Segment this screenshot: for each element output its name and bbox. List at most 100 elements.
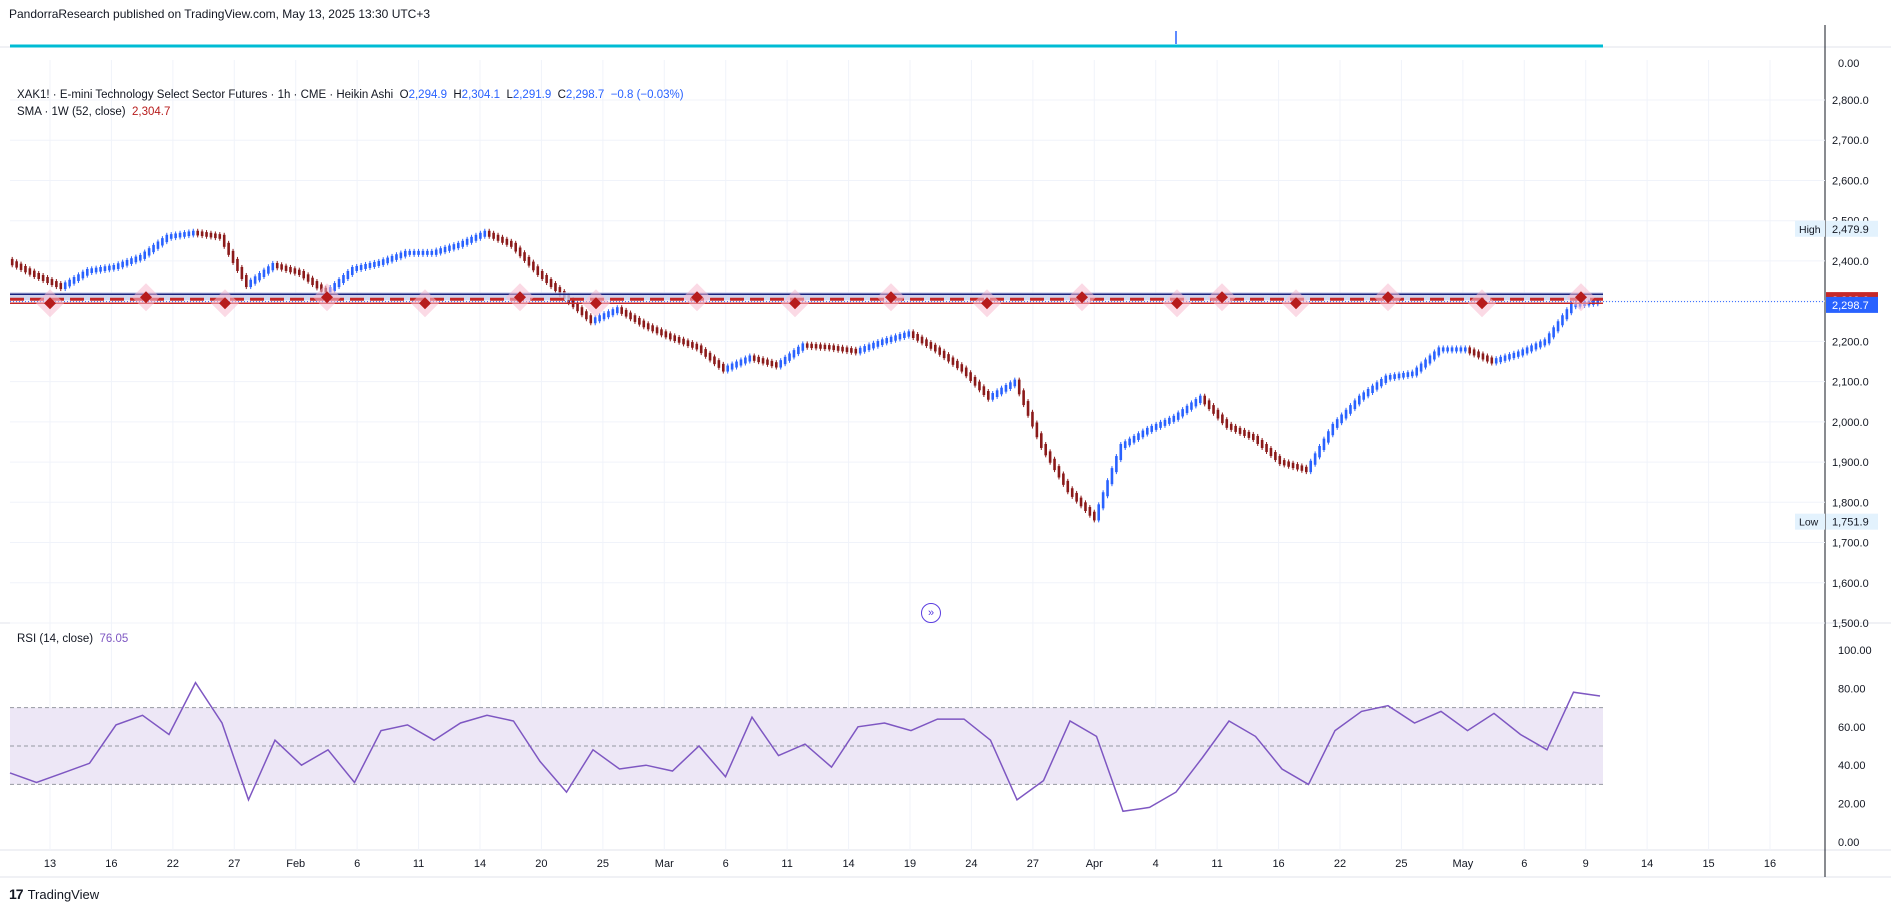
candle-body xyxy=(156,241,160,249)
time-tick-label: 6 xyxy=(723,858,729,870)
candle-body xyxy=(37,273,41,280)
candle-body xyxy=(876,341,880,347)
candle-body xyxy=(748,355,752,362)
close-label: C xyxy=(557,89,566,101)
candle-body xyxy=(514,242,518,252)
high-value: 2,304.1 xyxy=(461,89,501,101)
double-chevron-right-icon: » xyxy=(927,607,935,619)
time-tick-label: 13 xyxy=(44,858,56,870)
candle-body xyxy=(889,336,893,343)
candle-body xyxy=(1525,347,1529,354)
candle-body xyxy=(682,338,685,345)
candle-body xyxy=(169,234,173,239)
candle-body xyxy=(1260,439,1264,448)
candle-body xyxy=(664,331,668,338)
candle-body xyxy=(1402,372,1405,378)
candle-body xyxy=(1212,405,1215,414)
candle-body xyxy=(10,258,14,266)
sma-label[interactable]: SMA · 1W (52, close) xyxy=(17,106,126,118)
candle-body xyxy=(1115,456,1118,473)
candle-body xyxy=(1039,433,1043,448)
scroll-to-realtime-button[interactable]: » xyxy=(921,603,941,623)
open-label: O xyxy=(399,89,409,101)
candle-body xyxy=(1137,433,1140,440)
candle-body xyxy=(611,309,615,316)
time-tick-label: 11 xyxy=(1211,858,1222,870)
time-tick-label: 9 xyxy=(1583,858,1589,870)
high-price-tag: 2,479.9 xyxy=(1832,224,1869,236)
candle-body xyxy=(841,346,844,352)
chart-canvas[interactable]: 0.002,800.02,700.02,600.02,500.02,400.02… xyxy=(0,0,1891,913)
candle-body xyxy=(752,355,756,361)
candle-body xyxy=(465,238,469,245)
candle-body xyxy=(1539,341,1542,348)
candle-body xyxy=(850,348,853,353)
candle-body xyxy=(1053,458,1056,471)
candle-body xyxy=(355,265,359,271)
candle-body xyxy=(757,356,760,363)
candle-body xyxy=(1486,355,1489,362)
price-tick-label: 2,000.0 xyxy=(1832,417,1869,429)
candle-body xyxy=(41,275,45,282)
candle-body xyxy=(1084,502,1087,512)
rsi-label[interactable]: RSI (14, close) xyxy=(17,633,93,645)
candle-body xyxy=(103,266,107,271)
candle-body xyxy=(1494,358,1498,364)
candle-body xyxy=(867,344,871,351)
main-legend: XAK1! · E-mini Technology Select Sector … xyxy=(17,87,684,121)
candle-body xyxy=(598,315,601,322)
candle-body xyxy=(63,282,67,290)
candle-body xyxy=(297,269,301,275)
candle-body xyxy=(1198,395,1202,404)
candle-body xyxy=(59,283,63,290)
candle-body xyxy=(280,264,283,270)
candle-body xyxy=(1207,400,1211,410)
candle-body xyxy=(240,266,244,280)
candle-body xyxy=(1185,405,1189,414)
candle-body xyxy=(1335,419,1339,428)
open-value: 2,294.9 xyxy=(408,89,447,101)
candle-body xyxy=(262,269,266,278)
candle-body xyxy=(1375,382,1379,390)
candle-body xyxy=(1163,419,1167,426)
candle-body xyxy=(947,354,950,362)
candle-body xyxy=(1256,435,1260,444)
candle-body xyxy=(1247,431,1251,438)
price-tick-label: 2,700.0 xyxy=(1832,135,1869,147)
time-tick-label: 14 xyxy=(474,858,486,870)
candle-body xyxy=(147,248,151,256)
candle-body xyxy=(381,259,385,265)
candle-body xyxy=(434,249,438,255)
candle-body xyxy=(143,251,147,259)
candle-body xyxy=(1106,480,1109,497)
candle-body xyxy=(832,345,836,351)
symbol-label[interactable]: XAK1! · E-mini Technology Select Sector … xyxy=(17,89,393,101)
candle-body xyxy=(894,335,897,341)
candle-body xyxy=(1547,333,1551,344)
candle-body xyxy=(1128,438,1131,446)
candle-body xyxy=(359,264,363,270)
candle-body xyxy=(390,255,394,262)
time-tick-label: 27 xyxy=(228,858,240,870)
candle-body xyxy=(978,381,981,391)
candle-body xyxy=(1101,492,1105,509)
candle-body xyxy=(1278,456,1282,465)
tradingview-logo-icon: 17 xyxy=(9,886,24,902)
candle-body xyxy=(1132,435,1136,443)
candle-body xyxy=(642,320,646,328)
candle-body xyxy=(810,343,813,349)
candle-body xyxy=(1035,422,1039,438)
candle-body xyxy=(1309,460,1313,473)
candle-body xyxy=(1026,401,1030,416)
candle-body xyxy=(532,261,535,271)
candle-body xyxy=(673,335,677,342)
candle-body xyxy=(956,360,959,369)
candle-body xyxy=(85,268,89,276)
candle-body xyxy=(399,252,403,259)
candle-body xyxy=(739,359,743,366)
candle-body xyxy=(770,360,774,367)
candle-body xyxy=(836,346,840,351)
candle-body xyxy=(1009,382,1012,389)
candle-body xyxy=(973,376,977,386)
candle-body xyxy=(1172,415,1176,422)
